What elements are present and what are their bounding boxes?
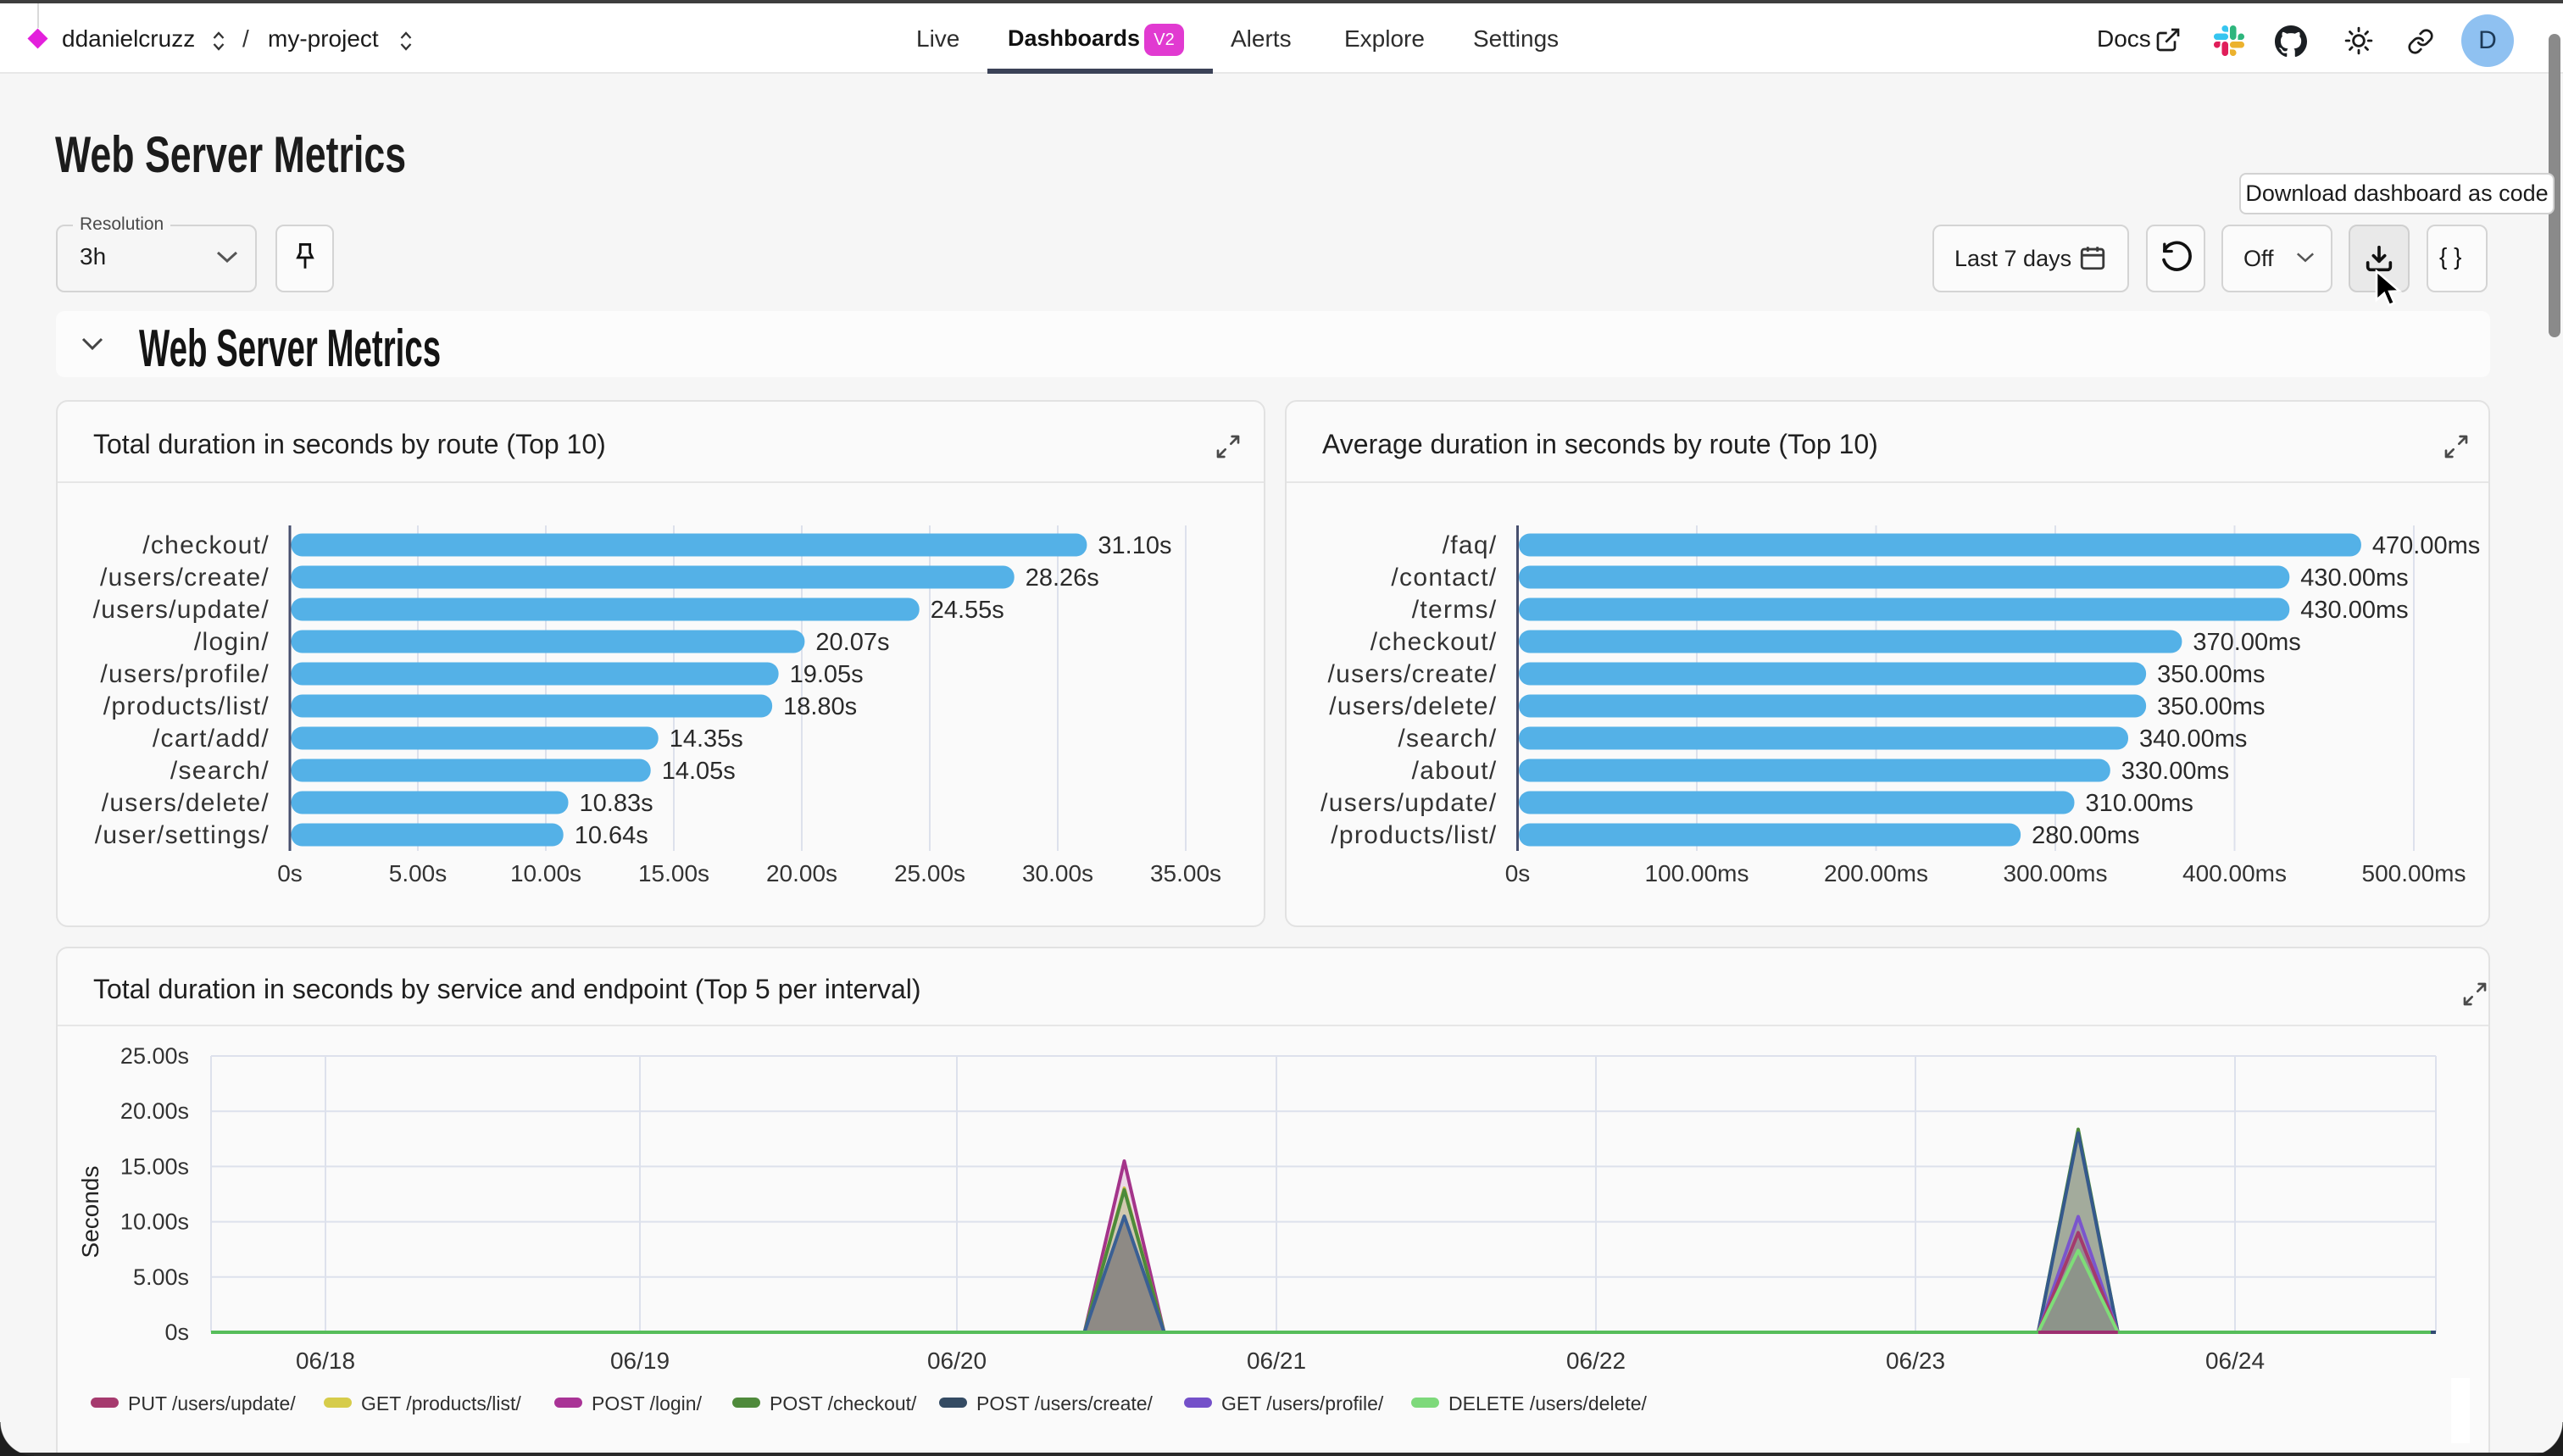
svg-text:06/19: 06/19 [610, 1348, 670, 1374]
svg-text:/search/: /search/ [1398, 725, 1497, 753]
svg-text:06/18: 06/18 [296, 1348, 355, 1374]
svg-text:0s: 0s [1505, 860, 1531, 886]
svg-text:470.00ms: 470.00ms [2372, 532, 2480, 559]
svg-text:350.00ms: 350.00ms [2157, 661, 2265, 688]
svg-text:10.00s: 10.00s [120, 1209, 189, 1235]
svg-text:30.00s: 30.00s [1022, 860, 1093, 886]
svg-text:10.64s: 10.64s [575, 822, 648, 849]
svg-text:14.05s: 14.05s [662, 758, 736, 785]
svg-text:28.26s: 28.26s [1026, 564, 1099, 592]
svg-text:24.55s: 24.55s [931, 597, 1004, 624]
svg-text:15.00s: 15.00s [638, 860, 709, 886]
svg-text:500.00ms: 500.00ms [2362, 860, 2466, 886]
svg-text:19.05s: 19.05s [790, 661, 864, 688]
svg-text:330.00ms: 330.00ms [2121, 758, 2229, 785]
svg-text:/users/create/: /users/create/ [1328, 660, 1498, 688]
svg-text:200.00ms: 200.00ms [1824, 860, 1928, 886]
svg-text:/users/profile/: /users/profile/ [100, 660, 270, 688]
svg-text:/users/create/: /users/create/ [100, 564, 270, 592]
svg-text:/checkout/: /checkout/ [142, 531, 270, 559]
svg-text:/cart/add/: /cart/add/ [153, 725, 270, 753]
svg-text:/users/update/: /users/update/ [1320, 789, 1497, 817]
svg-text:/users/delete/: /users/delete/ [1329, 692, 1497, 720]
svg-text:10.00s: 10.00s [510, 860, 581, 886]
svg-text:/users/update/: /users/update/ [93, 596, 270, 624]
svg-text:25.00s: 25.00s [120, 1043, 189, 1069]
svg-text:/products/list/: /products/list/ [103, 692, 270, 720]
svg-text:Seconds: Seconds [77, 1166, 103, 1259]
svg-text:/products/list/: /products/list/ [1331, 821, 1497, 849]
svg-text:06/24: 06/24 [2205, 1348, 2265, 1374]
svg-text:400.00ms: 400.00ms [2182, 860, 2287, 886]
svg-text:20.07s: 20.07s [815, 629, 889, 656]
svg-text:370.00ms: 370.00ms [2193, 629, 2300, 656]
svg-text:06/22: 06/22 [1566, 1348, 1626, 1374]
svg-text:5.00s: 5.00s [133, 1264, 189, 1290]
svg-text:18.80s: 18.80s [783, 693, 857, 720]
svg-text:25.00s: 25.00s [894, 860, 965, 886]
svg-text:350.00ms: 350.00ms [2157, 693, 2265, 720]
svg-text:280.00ms: 280.00ms [2032, 822, 2139, 849]
svg-text:340.00ms: 340.00ms [2139, 725, 2247, 753]
svg-text:20.00s: 20.00s [766, 860, 837, 886]
svg-text:06/21: 06/21 [1247, 1348, 1306, 1374]
svg-text:31.10s: 31.10s [1098, 532, 1171, 559]
svg-text:/about/: /about/ [1412, 757, 1498, 785]
svg-text:0s: 0s [277, 860, 303, 886]
svg-text:5.00s: 5.00s [389, 860, 448, 886]
svg-text:10.83s: 10.83s [580, 790, 653, 817]
svg-text:0s: 0s [164, 1320, 189, 1345]
svg-text:/search/: /search/ [170, 757, 270, 785]
svg-text:/users/delete/: /users/delete/ [102, 789, 270, 817]
svg-text:/login/: /login/ [194, 628, 270, 656]
svg-text:100.00ms: 100.00ms [1645, 860, 1749, 886]
svg-text:310.00ms: 310.00ms [2086, 790, 2193, 817]
svg-text:/user/settings/: /user/settings/ [95, 821, 270, 849]
svg-text:06/20: 06/20 [927, 1348, 987, 1374]
svg-text:35.00s: 35.00s [1150, 860, 1221, 886]
svg-text:14.35s: 14.35s [670, 725, 743, 753]
svg-text:430.00ms: 430.00ms [2300, 597, 2408, 624]
svg-text:/contact/: /contact/ [1391, 564, 1497, 592]
svg-text:300.00ms: 300.00ms [2004, 860, 2108, 886]
svg-text:06/23: 06/23 [1886, 1348, 1945, 1374]
svg-text:20.00s: 20.00s [120, 1098, 189, 1124]
svg-text:/checkout/: /checkout/ [1370, 628, 1498, 656]
svg-text:15.00s: 15.00s [120, 1153, 189, 1179]
svg-text:/faq/: /faq/ [1443, 531, 1498, 559]
svg-text:/terms/: /terms/ [1412, 596, 1498, 624]
svg-text:430.00ms: 430.00ms [2300, 564, 2408, 592]
